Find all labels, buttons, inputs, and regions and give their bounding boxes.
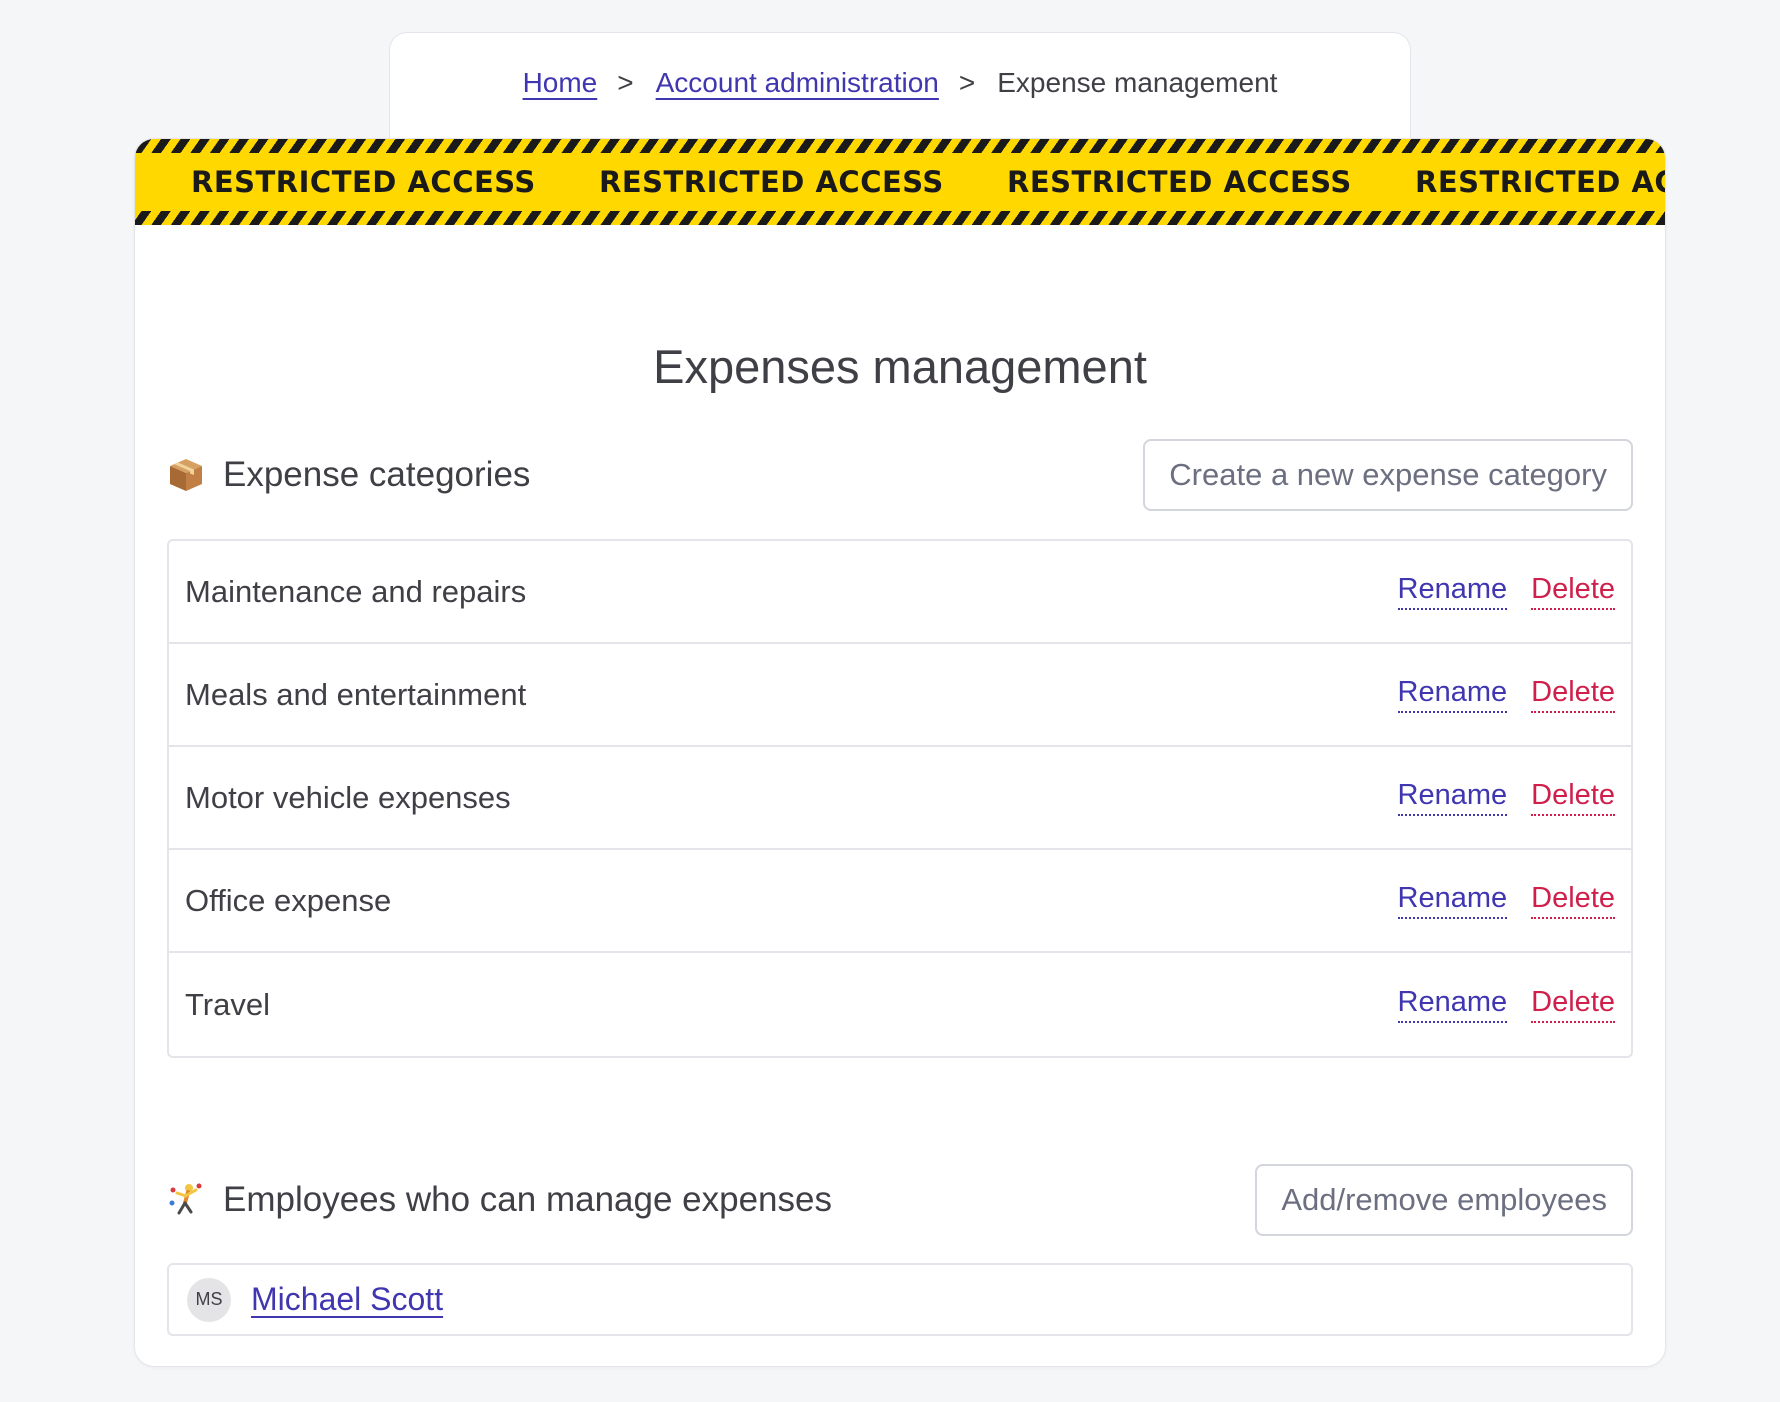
create-expense-category-button[interactable]: Create a new expense category <box>1143 439 1633 511</box>
rename-link[interactable]: Rename <box>1397 779 1508 816</box>
list-item: Office expense Rename Delete <box>169 850 1631 953</box>
tape-stripes-top <box>135 139 1665 153</box>
breadcrumb-separator: > <box>958 67 976 98</box>
rename-link[interactable]: Rename <box>1397 676 1508 713</box>
list-item: Meals and entertainment Rename Delete <box>169 644 1631 747</box>
delete-link[interactable]: Delete <box>1531 986 1615 1023</box>
category-name: Maintenance and repairs <box>185 573 527 609</box>
breadcrumb-current: Expense management <box>997 67 1278 98</box>
breadcrumb-separator: > <box>617 67 634 98</box>
restricted-access-banner: RESTRICTED ACCESS RESTRICTED ACCESS REST… <box>135 139 1665 225</box>
categories-title: Expense categories <box>167 455 530 495</box>
category-actions: Rename Delete <box>1397 986 1615 1023</box>
category-name: Office expense <box>185 882 392 918</box>
category-actions: Rename Delete <box>1397 882 1615 919</box>
employees-header: Employees who can manage expenses Add/re… <box>167 1164 1633 1236</box>
categories-header: Expense categories Create a new expense … <box>167 439 1633 511</box>
categories-title-label: Expense categories <box>223 455 531 494</box>
rename-link[interactable]: Rename <box>1397 986 1508 1023</box>
avatar: MS <box>187 1277 231 1322</box>
tape-stripes-bottom <box>135 211 1665 225</box>
employee-name-link[interactable]: Michael Scott <box>251 1281 443 1318</box>
list-item: Motor vehicle expenses Rename Delete <box>169 747 1631 850</box>
category-name: Motor vehicle expenses <box>185 779 511 815</box>
juggler-icon <box>167 1181 205 1219</box>
restricted-access-text: RESTRICTED ACCESS <box>1007 165 1352 199</box>
tape-text-row: RESTRICTED ACCESS RESTRICTED ACCESS REST… <box>191 165 1665 199</box>
breadcrumb: Home > Account administration > Expense … <box>389 32 1411 142</box>
delete-link[interactable]: Delete <box>1531 779 1615 816</box>
category-name: Travel <box>185 986 270 1022</box>
employees-title-label: Employees who can manage expenses <box>223 1180 832 1219</box>
category-actions: Rename Delete <box>1397 573 1615 610</box>
rename-link[interactable]: Rename <box>1397 573 1508 610</box>
category-actions: Rename Delete <box>1397 779 1615 816</box>
delete-link[interactable]: Delete <box>1531 573 1615 610</box>
category-actions: Rename Delete <box>1397 676 1615 713</box>
categories-list: Maintenance and repairs Rename Delete Me… <box>167 539 1633 1058</box>
delete-link[interactable]: Delete <box>1531 882 1615 919</box>
employees-title: Employees who can manage expenses <box>167 1180 832 1220</box>
add-remove-employees-button[interactable]: Add/remove employees <box>1255 1164 1633 1236</box>
main-card: RESTRICTED ACCESS RESTRICTED ACCESS REST… <box>134 138 1666 1367</box>
restricted-access-text: RESTRICTED ACCESS <box>1415 165 1665 199</box>
restricted-access-text: RESTRICTED ACCESS <box>599 165 944 199</box>
restricted-access-text: RESTRICTED ACCESS <box>191 165 536 199</box>
category-name: Meals and entertainment <box>185 676 527 712</box>
rename-link[interactable]: Rename <box>1397 882 1508 919</box>
page-title: Expenses management <box>653 340 1147 393</box>
employees-list: MS Michael Scott <box>167 1263 1633 1336</box>
list-item: Maintenance and repairs Rename Delete <box>169 541 1631 644</box>
delete-link[interactable]: Delete <box>1531 676 1615 713</box>
breadcrumb-home-link[interactable]: Home <box>523 67 598 99</box>
list-item: Travel Rename Delete <box>169 953 1631 1056</box>
breadcrumb-account-admin-link[interactable]: Account administration <box>656 67 939 99</box>
package-icon <box>167 456 205 494</box>
